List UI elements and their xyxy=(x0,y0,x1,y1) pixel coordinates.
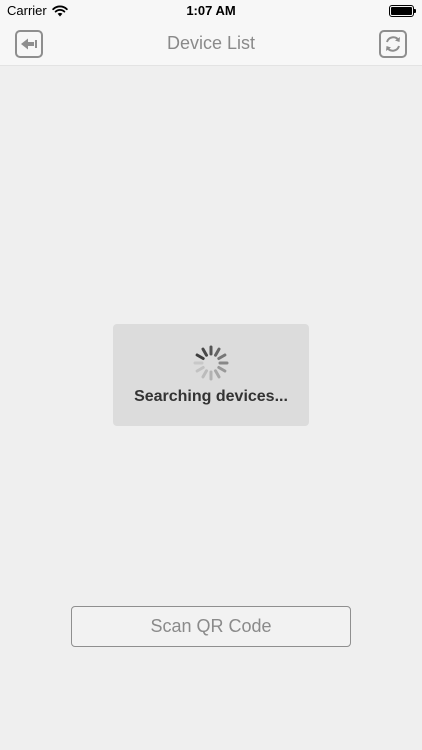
navigation-bar: Device List xyxy=(0,22,422,66)
spinner-icon xyxy=(193,345,229,381)
device-list-screen: Carrier 1:07 AM Device List Searching de… xyxy=(0,0,422,750)
loading-message: Searching devices... xyxy=(134,388,288,405)
refresh-icon xyxy=(386,36,400,52)
page-title: Device List xyxy=(166,33,256,53)
refresh-button[interactable] xyxy=(379,30,407,58)
status-time: 1:07 AM xyxy=(186,3,236,18)
scan-qr-code-button[interactable]: Scan QR Code xyxy=(71,606,351,647)
status-bar: Carrier 1:07 AM xyxy=(0,0,422,22)
loading-indicator: Searching devices... xyxy=(113,324,309,426)
battery-level xyxy=(391,7,412,15)
battery-icon xyxy=(389,5,416,17)
